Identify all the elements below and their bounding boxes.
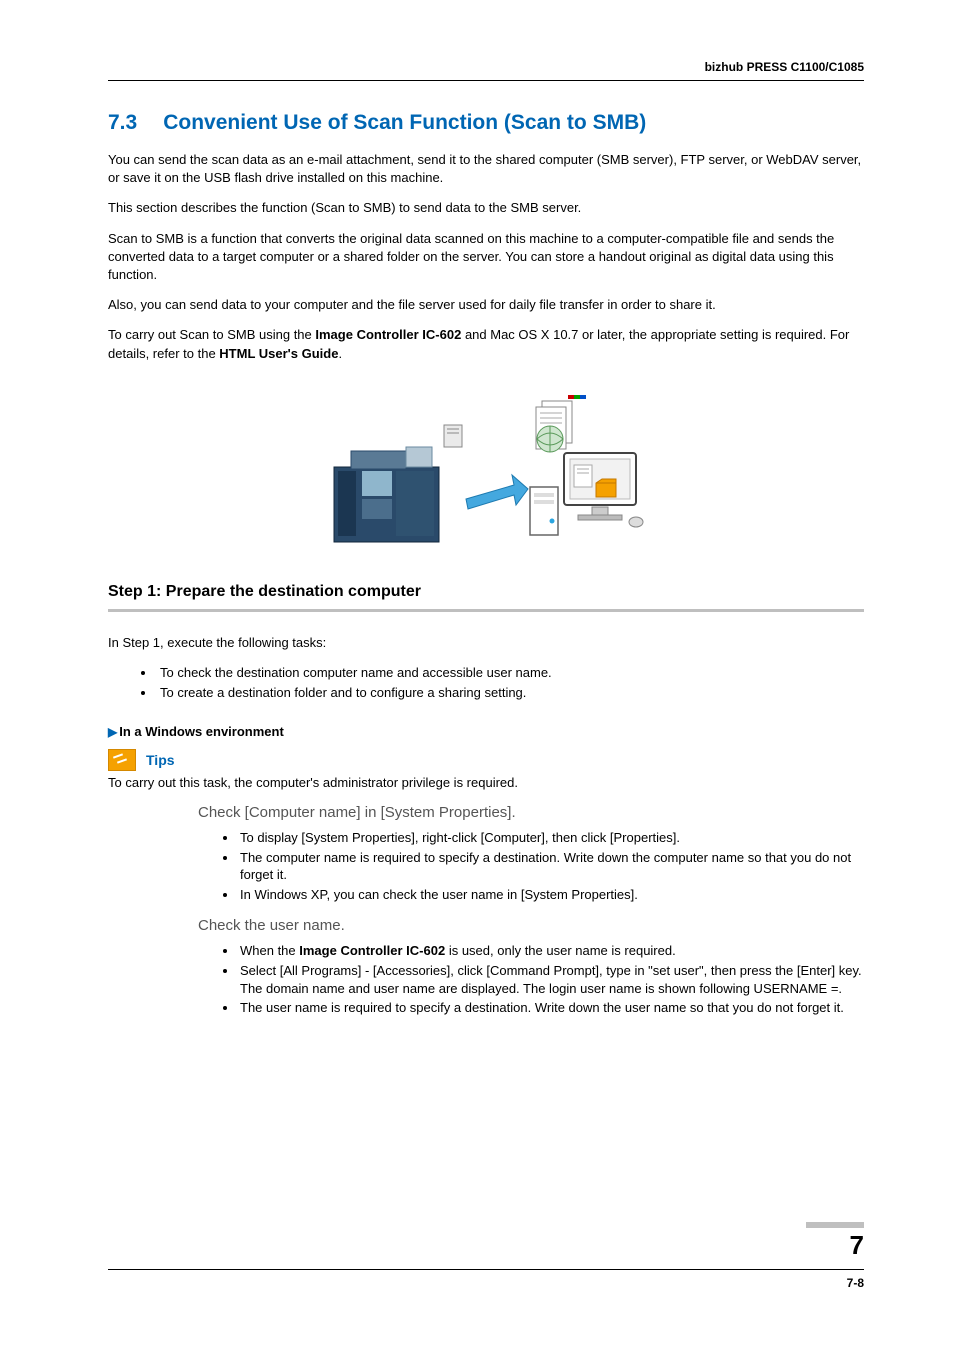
section-number: 7.3 [108, 111, 137, 135]
step-intro: In Step 1, execute the following tasks: [108, 634, 864, 652]
paragraph-5: To carry out Scan to SMB using the Image… [108, 326, 864, 362]
page-header: bizhub PRESS C1100/C1085 [108, 60, 864, 81]
footer-rule: 7-8 [108, 1269, 864, 1290]
tips-text: To carry out this task, the computer's a… [108, 775, 864, 790]
section-title: Convenient Use of Scan Function (Scan to… [163, 111, 864, 135]
scan-smb-diagram-icon [316, 387, 656, 557]
paragraph-2: This section describes the function (Sca… [108, 199, 864, 217]
list-item: The user name is required to specify a d… [238, 999, 864, 1017]
tips-label: Tips [146, 752, 175, 768]
paragraph-3: Scan to SMB is a function that converts … [108, 230, 864, 285]
chapter-number: 7 [108, 1230, 864, 1261]
windows-env-heading: ▶ In a Windows environment [108, 724, 864, 739]
check-user-heading: Check the user name. [198, 917, 864, 934]
step-task-list: To check the destination computer name a… [108, 664, 864, 702]
list-item: When the Image Controller IC-602 is used… [238, 942, 864, 960]
illustration [108, 387, 864, 557]
chapter-bar [806, 1222, 864, 1228]
list-item: Select [All Programs] - [Accessories], c… [238, 962, 864, 997]
check-computer-heading: Check [Computer name] in [System Propert… [198, 804, 864, 821]
tips-row: Tips [108, 749, 864, 771]
triangle-icon: ▶ [108, 725, 117, 739]
list-item: In Windows XP, you can check the user na… [238, 886, 864, 904]
list-item: To display [System Properties], right-cl… [238, 829, 864, 847]
list-item: The computer name is required to specify… [238, 849, 864, 884]
page-number: 7-8 [847, 1276, 864, 1290]
paragraph-4: Also, you can send data to your computer… [108, 296, 864, 314]
check-computer-list: To display [System Properties], right-cl… [108, 829, 864, 903]
page-footer: 7 7-8 [108, 1222, 864, 1290]
step-rule [108, 609, 864, 612]
list-item: To check the destination computer name a… [156, 664, 864, 682]
check-user-list: When the Image Controller IC-602 is used… [108, 942, 864, 1016]
tips-icon [108, 749, 136, 771]
list-item: To create a destination folder and to co… [156, 684, 864, 702]
product-name: bizhub PRESS C1100/C1085 [705, 60, 864, 74]
step-heading: Step 1: Prepare the destination computer [108, 583, 864, 601]
section-heading: 7.3 Convenient Use of Scan Function (Sca… [108, 111, 864, 135]
paragraph-1: You can send the scan data as an e-mail … [108, 151, 864, 187]
